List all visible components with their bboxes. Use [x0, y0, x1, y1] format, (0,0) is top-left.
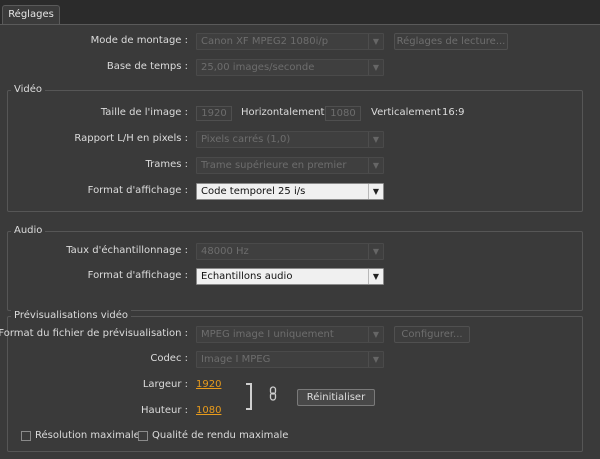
chevron-down-icon: ▼ [368, 132, 383, 147]
playback-settings-button[interactable]: Réglages de lecture... [394, 33, 508, 50]
chevron-down-icon: ▼ [368, 158, 383, 173]
audio-display-format-select[interactable]: Echantillons audio ▼ [196, 268, 384, 285]
preview-width-label: Largeur : [142, 379, 188, 390]
editing-mode-label: Mode de montage : [90, 35, 188, 46]
max-quality-label: Qualité de rendu maximale [152, 430, 289, 441]
max-quality-checkbox[interactable] [138, 431, 148, 441]
chevron-down-icon: ▼ [368, 60, 383, 75]
configure-button[interactable]: Configurer... [394, 326, 470, 343]
preview-height-label: Hauteur : [140, 405, 188, 416]
preview-file-format-value: MPEG image I uniquement [201, 329, 334, 340]
preview-file-format-label: Format du fichier de prévisualisation : [0, 328, 188, 339]
fields-label: Trames : [145, 159, 188, 170]
pixel-aspect-value: Pixels carrés (1,0) [201, 134, 291, 145]
chevron-down-icon: ▼ [368, 244, 383, 259]
max-resolution-checkbox[interactable] [21, 431, 31, 441]
link-bracket [246, 383, 252, 410]
codec-select[interactable]: Image I MPEG ▼ [196, 351, 384, 368]
fields-value: Trame supérieure en premier [201, 160, 347, 171]
codec-value: Image I MPEG [201, 354, 271, 365]
video-display-format-select[interactable]: Code temporel 25 i/s ▼ [196, 183, 384, 200]
timebase-select[interactable]: 25,00 images/seconde ▼ [196, 59, 384, 76]
pixel-aspect-label: Rapport L/H en pixels : [74, 133, 188, 144]
preview-height-value[interactable]: 1080 [196, 404, 221, 418]
video-group-title: Vidéo [11, 84, 46, 96]
chevron-down-icon: ▼ [368, 269, 383, 284]
sample-rate-select[interactable]: 48000 Hz ▼ [196, 243, 384, 260]
pixel-aspect-select[interactable]: Pixels carrés (1,0) ▼ [196, 131, 384, 148]
frame-size-label: Taille de l'image : [100, 107, 188, 118]
tab-reglages[interactable]: Réglages [2, 5, 60, 24]
chevron-down-icon: ▼ [368, 34, 383, 49]
editing-mode-select[interactable]: Canon XF MPEG2 1080i/p ▼ [196, 33, 384, 50]
horizontal-label: Horizontalement [241, 107, 325, 118]
reset-button[interactable]: Réinitialiser [297, 389, 375, 406]
audio-display-format-label: Format d'affichage : [87, 270, 188, 281]
sample-rate-label: Taux d'échantillonnage : [66, 245, 188, 256]
frame-width-input[interactable]: 1920 [196, 106, 232, 121]
timebase-label: Base de temps : [106, 61, 188, 72]
codec-label: Codec : [150, 353, 188, 364]
video-display-format-value: Code temporel 25 i/s [201, 186, 306, 197]
preview-width-value[interactable]: 1920 [196, 378, 221, 392]
editing-mode-value: Canon XF MPEG2 1080i/p [201, 36, 329, 47]
chain-link-icon[interactable] [267, 386, 279, 402]
audio-group-title: Audio [11, 225, 46, 237]
aspect-ratio-text: 16:9 [442, 107, 465, 118]
chevron-down-icon: ▼ [368, 184, 383, 199]
tab-bar: Réglages [0, 0, 600, 24]
audio-display-format-value: Echantillons audio [201, 271, 293, 282]
timebase-value: 25,00 images/seconde [201, 62, 315, 73]
video-display-format-label: Format d'affichage : [87, 185, 188, 196]
chevron-down-icon: ▼ [368, 352, 383, 367]
preview-file-format-select[interactable]: MPEG image I uniquement ▼ [196, 326, 384, 343]
settings-panel: Mode de montage : Canon XF MPEG2 1080i/p… [0, 24, 600, 459]
frame-height-input[interactable]: 1080 [325, 106, 361, 121]
fields-select[interactable]: Trame supérieure en premier ▼ [196, 157, 384, 174]
vertical-label: Verticalement [371, 107, 441, 118]
chevron-down-icon: ▼ [368, 327, 383, 342]
sample-rate-value: 48000 Hz [201, 246, 249, 257]
max-resolution-label: Résolution maximale [35, 430, 140, 441]
preview-group-title: Prévisualisations vidéo [11, 310, 132, 322]
